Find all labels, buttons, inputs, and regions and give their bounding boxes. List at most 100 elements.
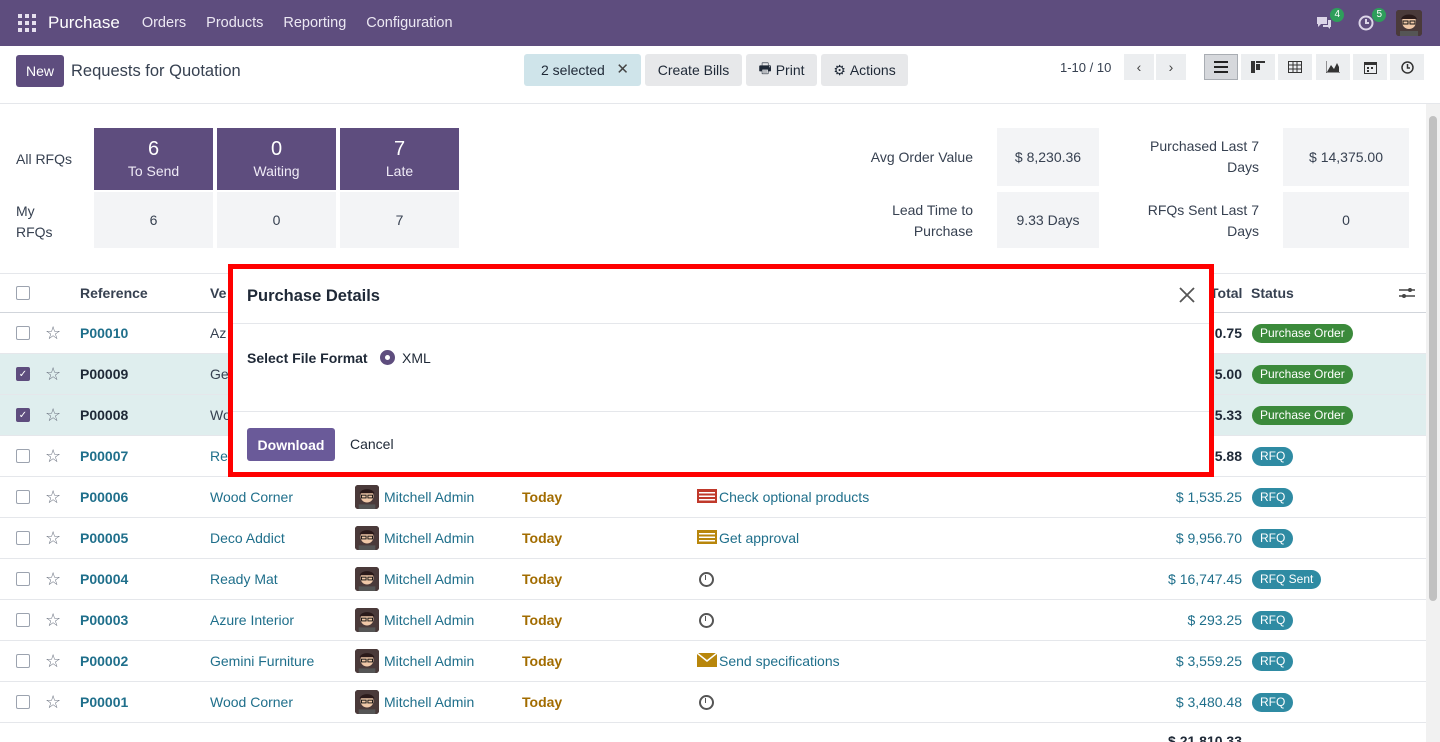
scroll-thumb[interactable] <box>1429 116 1437 601</box>
pager-previous-icon[interactable]: ‹ <box>1124 54 1154 80</box>
row-checkbox[interactable] <box>16 613 30 627</box>
chat-icon[interactable]: 4 <box>1312 8 1344 35</box>
activity-clock-icon[interactable] <box>699 571 714 587</box>
kanban-view-icon[interactable] <box>1241 54 1275 80</box>
star-icon[interactable]: ☆ <box>45 436 61 476</box>
app-brand[interactable]: Purchase <box>48 13 120 33</box>
menu-orders[interactable]: Orders <box>142 15 186 31</box>
graph-view-icon[interactable] <box>1316 54 1350 80</box>
actions-button[interactable]: ⚙ Actions <box>821 54 908 86</box>
row-checkbox[interactable] <box>16 572 30 586</box>
column-settings-icon[interactable] <box>1399 274 1415 312</box>
row-reference[interactable]: P00006 <box>80 477 128 517</box>
table-row[interactable]: ☆ P00005 Deco Addict Mitchell Admin Today Get… <box>0 518 1426 559</box>
menu-configuration[interactable]: Configuration <box>366 15 452 31</box>
table-row[interactable]: ☆ P00002 Gemini Furniture Mitchell Admin Tod… <box>0 641 1426 682</box>
activity-icon[interactable] <box>697 488 719 506</box>
row-reference[interactable]: P00001 <box>80 682 128 722</box>
pivot-view-icon[interactable] <box>1278 54 1312 80</box>
star-icon[interactable]: ☆ <box>45 313 61 353</box>
row-reference[interactable]: P00004 <box>80 559 128 599</box>
table-row[interactable]: ☆ P00001 Wood Corner Mitchell Admin Today $ 3… <box>0 682 1426 723</box>
row-checkbox[interactable] <box>16 490 30 504</box>
activity-clock-icon[interactable] <box>699 694 714 710</box>
row-vendor[interactable]: Wood Corner <box>210 477 293 517</box>
row-vendor[interactable]: Ready Mat <box>210 559 278 599</box>
table-row[interactable]: ☆ P00004 Ready Mat Mitchell Admin Today $ 16,… <box>0 559 1426 600</box>
calendar-view-icon[interactable] <box>1353 54 1387 80</box>
row-buyer[interactable]: Mitchell Admin <box>384 530 474 546</box>
header-status[interactable]: Status <box>1251 274 1294 312</box>
apps-grid-icon[interactable] <box>18 14 36 32</box>
row-vendor[interactable]: Re <box>210 436 228 476</box>
pager-value[interactable]: 1-10 / 10 <box>1060 60 1111 75</box>
row-buyer[interactable]: Mitchell Admin <box>384 694 474 710</box>
star-icon[interactable]: ☆ <box>45 559 61 599</box>
row-vendor[interactable]: Deco Addict <box>210 518 285 558</box>
star-icon[interactable]: ☆ <box>45 518 61 558</box>
row-buyer[interactable]: Mitchell Admin <box>384 653 474 669</box>
row-checkbox[interactable]: ✓ <box>16 367 30 381</box>
tile-late[interactable]: 7 Late <box>340 128 459 190</box>
row-checkbox[interactable] <box>16 531 30 545</box>
row-checkbox[interactable]: ✓ <box>16 408 30 422</box>
select-all-checkbox[interactable] <box>16 286 30 300</box>
row-reference[interactable]: P00009 <box>80 354 128 394</box>
row-reference[interactable]: P00005 <box>80 518 128 558</box>
star-icon[interactable]: ☆ <box>45 641 61 681</box>
activity-icon[interactable] <box>696 651 719 670</box>
row-vendor[interactable]: Azure Interior <box>210 600 294 640</box>
row-reference[interactable]: P00002 <box>80 641 128 681</box>
xml-radio-label[interactable]: XML <box>402 350 431 366</box>
row-activity[interactable]: Send specifications <box>719 653 840 669</box>
row-reference[interactable]: P00008 <box>80 395 128 435</box>
activity-icon[interactable] <box>697 529 719 547</box>
table-row[interactable]: ☆ P00003 Azure Interior Mitchell Admin Today… <box>0 600 1426 641</box>
table-row[interactable]: ☆ P00006 Wood Corner Mitchell Admin Today Che… <box>0 477 1426 518</box>
star-icon[interactable]: ☆ <box>45 600 61 640</box>
print-button[interactable]: 🖶 Print <box>746 54 817 86</box>
xml-radio[interactable] <box>380 350 395 365</box>
menu-reporting[interactable]: Reporting <box>283 15 346 31</box>
create-bills-button[interactable]: Create Bills <box>645 54 742 86</box>
row-checkbox[interactable] <box>16 654 30 668</box>
my-to-send[interactable]: 6 <box>94 192 213 248</box>
star-icon[interactable]: ☆ <box>45 354 61 394</box>
new-button[interactable]: New <box>16 55 65 87</box>
cancel-button[interactable]: Cancel <box>350 436 394 452</box>
header-reference[interactable]: Reference <box>80 274 148 312</box>
activity-clock-icon[interactable]: 5 <box>1354 8 1386 35</box>
header-total[interactable]: Total <box>1210 274 1242 312</box>
tile-to-send[interactable]: 6 To Send <box>94 128 213 190</box>
activity-clock-icon[interactable] <box>699 612 714 628</box>
row-activity[interactable]: Get approval <box>719 530 799 546</box>
my-waiting[interactable]: 0 <box>217 192 336 248</box>
menu-products[interactable]: Products <box>206 15 263 31</box>
row-vendor[interactable]: Wood Corner <box>210 682 293 722</box>
pager-next-icon[interactable]: › <box>1156 54 1186 80</box>
star-icon[interactable]: ☆ <box>45 477 61 517</box>
row-buyer[interactable]: Mitchell Admin <box>384 489 474 505</box>
clear-selection-icon[interactable]: ✕ <box>616 60 629 78</box>
row-reference[interactable]: P00010 <box>80 313 128 353</box>
row-checkbox[interactable] <box>16 695 30 709</box>
star-icon[interactable]: ☆ <box>45 395 61 435</box>
row-reference[interactable]: P00003 <box>80 600 128 640</box>
page-scrollbar[interactable] <box>1426 104 1440 742</box>
close-icon[interactable] <box>1179 283 1195 309</box>
user-avatar[interactable] <box>1396 10 1422 36</box>
row-vendor[interactable]: Gemini Furniture <box>210 641 314 681</box>
my-late[interactable]: 7 <box>340 192 459 248</box>
star-icon[interactable]: ☆ <box>45 682 61 722</box>
row-vendor[interactable]: Az <box>210 313 226 353</box>
row-buyer[interactable]: Mitchell Admin <box>384 612 474 628</box>
download-button[interactable]: Download <box>247 428 335 461</box>
activity-view-icon[interactable] <box>1390 54 1424 80</box>
row-checkbox[interactable] <box>16 326 30 340</box>
header-vendor[interactable]: Ve <box>210 274 226 312</box>
row-buyer[interactable]: Mitchell Admin <box>384 571 474 587</box>
row-activity[interactable]: Check optional products <box>719 489 869 505</box>
tile-waiting[interactable]: 0 Waiting <box>217 128 336 190</box>
row-checkbox[interactable] <box>16 449 30 463</box>
row-reference[interactable]: P00007 <box>80 436 128 476</box>
